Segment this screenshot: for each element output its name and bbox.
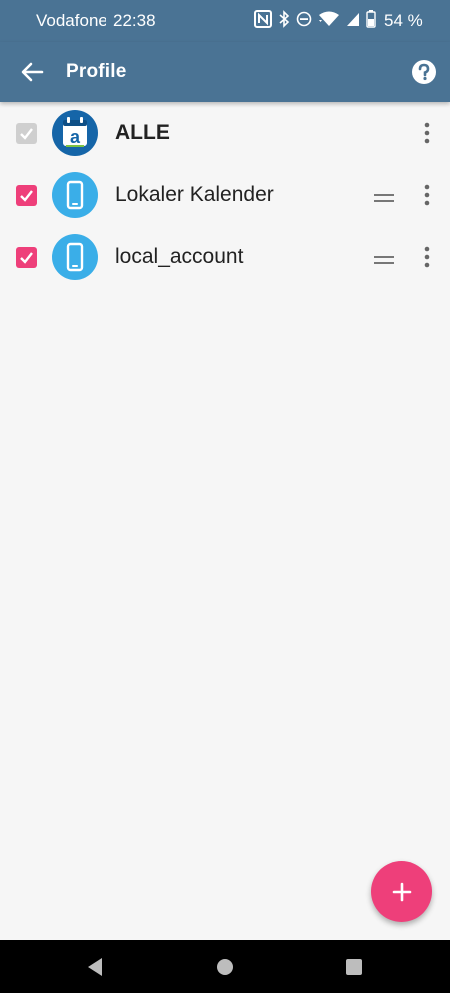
nfc-icon — [254, 9, 272, 33]
help-button[interactable] — [411, 59, 437, 85]
status-time: 22:38 — [113, 11, 156, 30]
app-logo-icon: a — [52, 110, 98, 156]
help-icon — [412, 60, 436, 84]
app-bar: Profile — [0, 42, 450, 102]
profile-checkbox[interactable] — [16, 123, 37, 144]
dnd-icon — [296, 11, 312, 32]
battery-icon — [366, 9, 376, 33]
add-profile-button[interactable] — [371, 861, 432, 922]
battery-percent: 54 % — [384, 11, 423, 30]
signal-icon — [346, 11, 360, 32]
status-icons: 54 % — [254, 9, 423, 33]
profile-checkbox[interactable] — [16, 185, 37, 206]
more-vert-icon — [424, 246, 430, 268]
wifi-icon — [318, 11, 340, 32]
profile-row-local-account[interactable]: local_account — [0, 226, 450, 288]
arrow-left-icon — [21, 62, 44, 82]
overflow-menu-button[interactable] — [420, 122, 434, 144]
check-icon — [20, 128, 33, 140]
svg-text:a: a — [70, 127, 81, 147]
phone-icon — [52, 172, 98, 218]
back-button[interactable] — [18, 58, 46, 86]
drag-handle[interactable] — [374, 190, 394, 202]
profile-label: Lokaler Kalender — [115, 183, 274, 206]
bluetooth-icon — [278, 9, 290, 33]
check-icon — [20, 252, 33, 264]
profile-list: a ALLE Lokaler Kalender local_account — [0, 102, 450, 288]
nav-recents-icon[interactable] — [346, 959, 362, 975]
page-title: Profile — [66, 61, 127, 82]
drag-handle-icon — [374, 194, 394, 202]
profile-label: local_account — [115, 245, 244, 268]
plus-icon — [392, 882, 411, 901]
overflow-menu-button[interactable] — [420, 246, 434, 268]
profile-row-alle[interactable]: a ALLE — [0, 102, 450, 164]
more-vert-icon — [424, 184, 430, 206]
drag-handle-icon — [374, 256, 394, 264]
profile-checkbox[interactable] — [16, 247, 37, 268]
more-vert-icon — [424, 122, 430, 144]
profile-label: ALLE — [115, 121, 170, 144]
system-nav-bar — [0, 940, 450, 993]
nav-back-icon[interactable] — [86, 957, 104, 977]
overflow-menu-button[interactable] — [420, 184, 434, 206]
drag-handle[interactable] — [374, 252, 394, 264]
check-icon — [20, 190, 33, 202]
profile-row-lokaler-kalender[interactable]: Lokaler Kalender — [0, 164, 450, 226]
status-bar: Vodafone 22:38 54 % — [0, 0, 450, 42]
phone-icon — [52, 234, 98, 280]
nav-home-icon[interactable] — [217, 959, 233, 975]
carrier-name: Vodafone — [36, 11, 106, 30]
